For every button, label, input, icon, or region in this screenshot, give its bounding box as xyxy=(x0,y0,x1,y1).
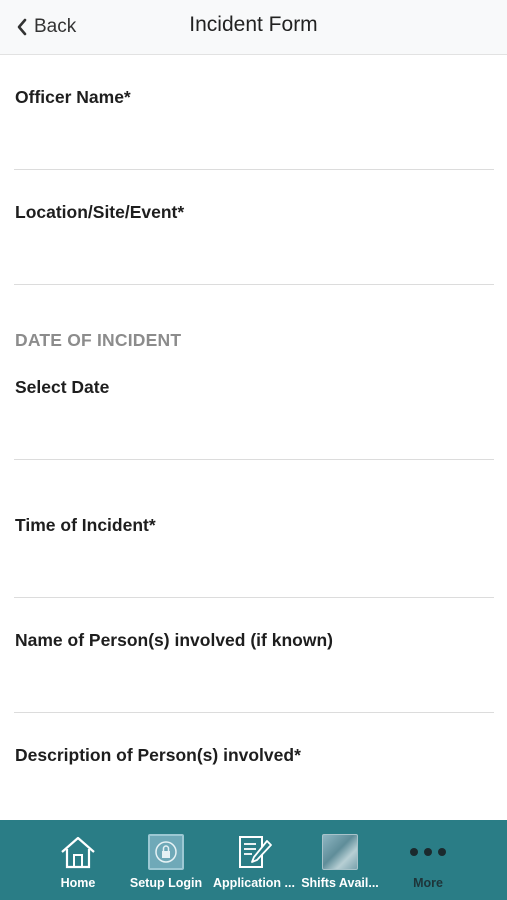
date-section-header: DATE OF INCIDENT xyxy=(15,330,182,350)
location-label: Location/Site/Event* xyxy=(15,202,185,222)
tab-application[interactable]: Application ... xyxy=(210,820,298,900)
home-icon xyxy=(58,832,98,872)
tab-more-label: More xyxy=(413,876,443,890)
tab-home-label: Home xyxy=(60,876,96,890)
tab-setup-login-label: Setup Login xyxy=(129,876,203,890)
back-button[interactable]: Back xyxy=(16,14,76,40)
bottom-tab-bar: Home Setup Login Application ... Shifts … xyxy=(0,820,507,900)
location-input[interactable] xyxy=(14,240,494,285)
navigation-bar: Back Incident Form xyxy=(0,0,507,55)
select-date-input[interactable] xyxy=(14,415,494,460)
tab-shifts-available-label: Shifts Avail... xyxy=(301,876,379,890)
shifts-thumbnail xyxy=(320,832,360,872)
persons-name-input[interactable] xyxy=(14,668,494,713)
tab-more[interactable]: More xyxy=(384,820,472,900)
persons-description-input[interactable] xyxy=(14,775,494,815)
time-of-incident-input[interactable] xyxy=(14,553,494,598)
tab-shifts-available[interactable]: Shifts Avail... xyxy=(296,820,384,900)
setup-login-thumbnail xyxy=(146,832,186,872)
tab-setup-login[interactable]: Setup Login xyxy=(122,820,210,900)
officer-name-input[interactable] xyxy=(14,125,494,170)
more-dots-icon xyxy=(408,832,448,872)
select-date-label: Select Date xyxy=(15,377,110,397)
application-form-icon xyxy=(234,832,274,872)
back-label: Back xyxy=(34,16,77,37)
tab-application-label: Application ... xyxy=(213,876,295,890)
officer-name-label: Officer Name* xyxy=(15,87,131,107)
time-of-incident-label: Time of Incident* xyxy=(15,515,156,535)
persons-description-label: Description of Person(s) involved* xyxy=(15,745,301,765)
chevron-left-icon xyxy=(17,18,27,36)
persons-name-label: Name of Person(s) involved (if known) xyxy=(15,630,333,650)
tab-home[interactable]: Home xyxy=(34,820,122,900)
